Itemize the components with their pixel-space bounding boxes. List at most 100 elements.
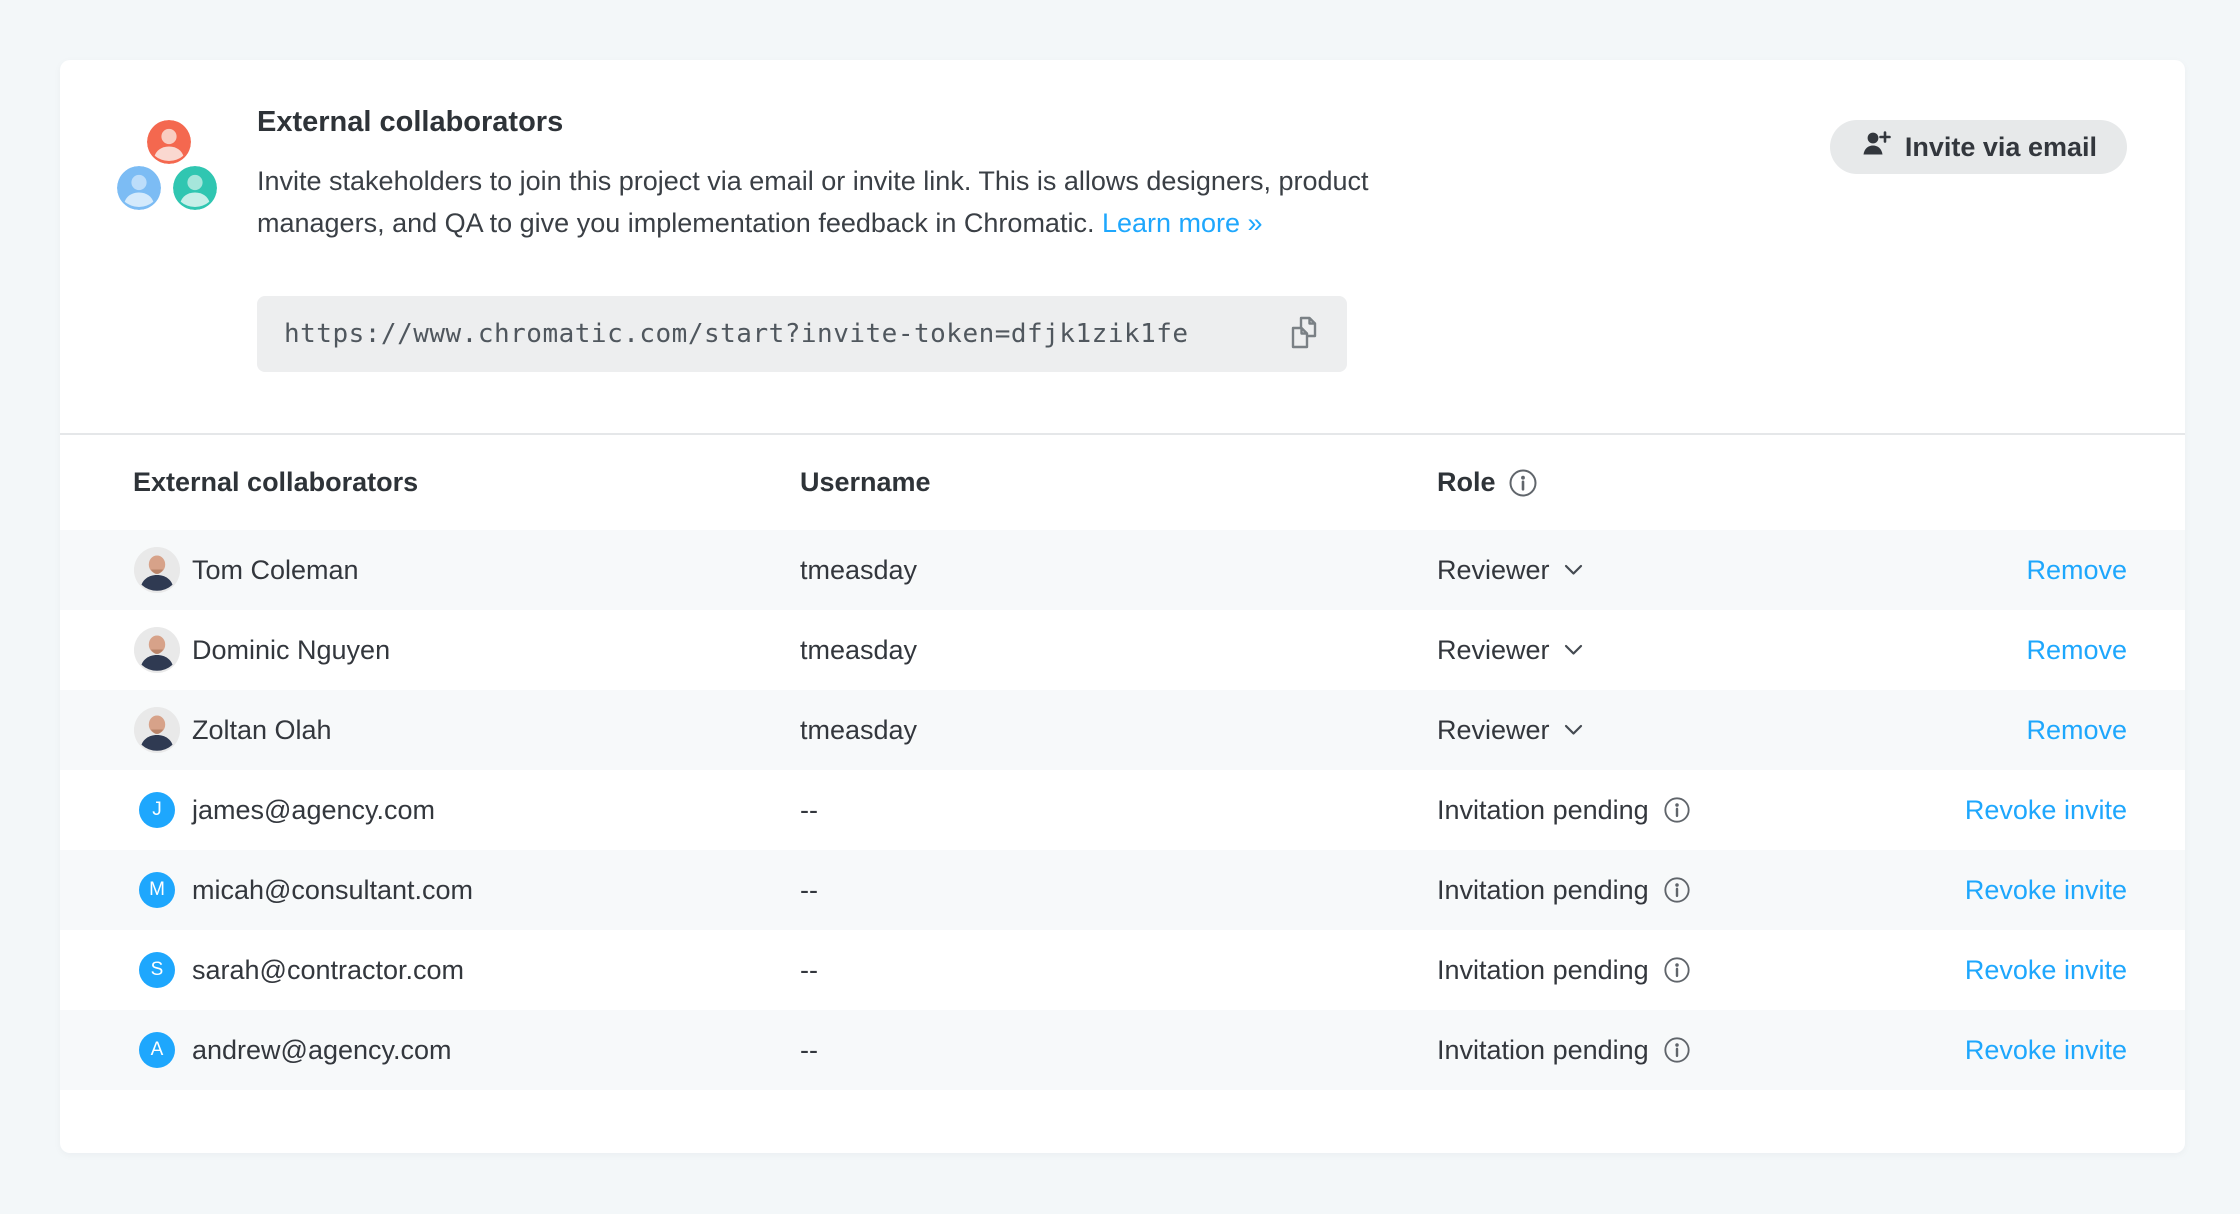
table-row: Zoltan Olah tmeasday Reviewer Remove: [60, 690, 2185, 770]
invite-via-email-label: Invite via email: [1905, 132, 2097, 163]
collaborator-cell: Tom Coleman: [60, 547, 800, 593]
username-cell: tmeasday: [800, 635, 1437, 666]
invite-via-email-button[interactable]: Invite via email: [1830, 120, 2127, 174]
collaborator-name: andrew@agency.com: [192, 1035, 452, 1066]
collaborator-cell: M micah@consultant.com: [60, 872, 800, 908]
role-dropdown[interactable]: Reviewer: [1437, 715, 1583, 746]
role-dropdown[interactable]: Reviewer: [1437, 635, 1583, 666]
chevron-down-icon: [1564, 724, 1583, 736]
role-dropdown: Invitation pending: [1437, 795, 1691, 826]
collaborator-cell: S sarah@contractor.com: [60, 952, 800, 988]
invite-link-url: https://www.chromatic.com/start?invite-t…: [284, 319, 1189, 349]
collaborator-cell: J james@agency.com: [60, 792, 800, 828]
pending-info-icon[interactable]: [1663, 876, 1691, 904]
role-header-label: Role: [1437, 467, 1496, 498]
row-action-link[interactable]: Revoke invite: [1965, 875, 2127, 905]
chevron-down-icon: [1564, 644, 1583, 656]
role-dropdown: Invitation pending: [1437, 955, 1691, 986]
username-cell: --: [800, 875, 1437, 906]
page-title: External collaborators: [257, 106, 563, 139]
avatar-slot: M: [133, 872, 181, 908]
letter-avatar: M: [139, 872, 175, 908]
role-label: Reviewer: [1437, 555, 1550, 586]
username-cell: --: [800, 955, 1437, 986]
letter-avatar: S: [139, 952, 175, 988]
column-header-collaborators: External collaborators: [60, 467, 800, 498]
row-action-link[interactable]: Revoke invite: [1965, 795, 2127, 825]
letter-avatar: J: [139, 792, 175, 828]
row-action-link[interactable]: Remove: [2026, 715, 2127, 745]
page-description: Invite stakeholders to join this project…: [257, 160, 1369, 244]
row-action-link[interactable]: Remove: [2026, 635, 2127, 665]
table-header-row: External collaborators Username Role: [60, 435, 2185, 530]
role-label: Invitation pending: [1437, 875, 1649, 906]
avatar-slot: S: [133, 952, 181, 988]
role-label: Invitation pending: [1437, 955, 1649, 986]
role-cell: Invitation pending: [1437, 955, 1942, 986]
role-info-icon[interactable]: [1508, 468, 1538, 498]
role-label: Reviewer: [1437, 635, 1550, 666]
role-dropdown[interactable]: Reviewer: [1437, 555, 1583, 586]
collaborator-name: Dominic Nguyen: [192, 635, 390, 666]
photo-avatar: [134, 547, 180, 593]
pending-info-icon[interactable]: [1663, 1036, 1691, 1064]
collaborator-cell: Dominic Nguyen: [60, 627, 800, 673]
table-row: M micah@consultant.com -- Invitation pen…: [60, 850, 2185, 930]
avatar-slot: [133, 627, 181, 673]
username-cell: --: [800, 1035, 1437, 1066]
description-line-1: Invite stakeholders to join this project…: [257, 166, 1369, 196]
collaborators-table: External collaborators Username Role: [60, 435, 2185, 1090]
table-row: J james@agency.com -- Invitation pending…: [60, 770, 2185, 850]
action-cell: Revoke invite: [1942, 795, 2185, 826]
pending-info-icon[interactable]: [1663, 956, 1691, 984]
collaborators-illustration: [117, 120, 217, 212]
collaborator-name: micah@consultant.com: [192, 875, 473, 906]
role-dropdown: Invitation pending: [1437, 875, 1691, 906]
role-cell: Invitation pending: [1437, 795, 1942, 826]
action-cell: Revoke invite: [1942, 875, 2185, 906]
action-cell: Remove: [1942, 635, 2185, 666]
photo-avatar: [134, 627, 180, 673]
role-cell: Reviewer: [1437, 635, 1942, 666]
table-row: Dominic Nguyen tmeasday Reviewer Remove: [60, 610, 2185, 690]
role-cell: Reviewer: [1437, 715, 1942, 746]
letter-avatar: A: [139, 1032, 175, 1068]
username-cell: tmeasday: [800, 715, 1437, 746]
column-header-role: Role: [1437, 467, 1942, 498]
person-avatar-orange-icon: [147, 120, 191, 164]
invite-link-box: https://www.chromatic.com/start?invite-t…: [257, 296, 1347, 372]
pending-info-icon[interactable]: [1663, 796, 1691, 824]
avatar-slot: J: [133, 792, 181, 828]
avatar-slot: [133, 547, 181, 593]
collaborator-name: Tom Coleman: [192, 555, 359, 586]
role-cell: Reviewer: [1437, 555, 1942, 586]
collaborator-name: sarah@contractor.com: [192, 955, 464, 986]
copy-icon: [1281, 310, 1327, 359]
row-action-link[interactable]: Revoke invite: [1965, 955, 2127, 985]
description-line-2: managers, and QA to give you implementat…: [257, 208, 1094, 238]
username-cell: --: [800, 795, 1437, 826]
row-action-link[interactable]: Remove: [2026, 555, 2127, 585]
collaborator-name: Zoltan Olah: [192, 715, 332, 746]
copy-link-button[interactable]: [1281, 311, 1327, 357]
role-label: Invitation pending: [1437, 1035, 1649, 1066]
role-cell: Invitation pending: [1437, 875, 1942, 906]
role-cell: Invitation pending: [1437, 1035, 1942, 1066]
learn-more-link[interactable]: Learn more »: [1102, 208, 1263, 238]
role-dropdown: Invitation pending: [1437, 1035, 1691, 1066]
person-avatar-teal-icon: [173, 166, 217, 210]
username-cell: tmeasday: [800, 555, 1437, 586]
action-cell: Remove: [1942, 555, 2185, 586]
external-collaborators-card: External collaborators Invite stakeholde…: [60, 60, 2185, 1153]
column-header-username: Username: [800, 467, 1437, 498]
chevron-down-icon: [1564, 564, 1583, 576]
table-row: Tom Coleman tmeasday Reviewer Remove: [60, 530, 2185, 610]
collaborator-cell: Zoltan Olah: [60, 707, 800, 753]
person-plus-icon: [1860, 128, 1892, 167]
table-row: A andrew@agency.com -- Invitation pendin…: [60, 1010, 2185, 1090]
table-body: Tom Coleman tmeasday Reviewer Remove: [60, 530, 2185, 1090]
avatar-slot: [133, 707, 181, 753]
row-action-link[interactable]: Revoke invite: [1965, 1035, 2127, 1065]
collaborator-cell: A andrew@agency.com: [60, 1032, 800, 1068]
table-row: S sarah@contractor.com -- Invitation pen…: [60, 930, 2185, 1010]
